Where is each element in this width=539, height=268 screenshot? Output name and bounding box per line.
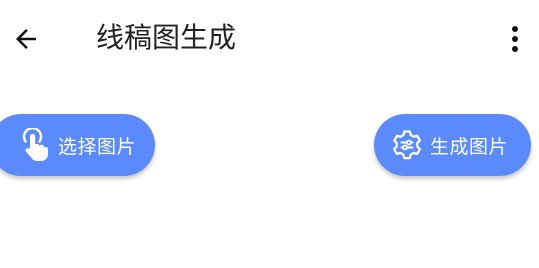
page-title: 线稿图生成 bbox=[96, 21, 237, 54]
toolbar: 线稿图生成 bbox=[0, 0, 539, 78]
overflow-menu-button[interactable] bbox=[501, 19, 529, 59]
arrow-left-icon bbox=[16, 29, 36, 49]
touch-hand-icon bbox=[18, 128, 52, 162]
select-image-label: 选择图片 bbox=[58, 135, 137, 158]
generate-image-button[interactable]: 生成图片 bbox=[374, 114, 531, 176]
generate-image-label: 生成图片 bbox=[430, 135, 509, 158]
more-vertical-icon bbox=[512, 26, 518, 52]
select-image-button[interactable]: 选择图片 bbox=[0, 114, 155, 176]
app-screen: 线稿图生成 选择图片 生成图片 bbox=[0, 0, 539, 268]
back-button[interactable] bbox=[6, 19, 46, 59]
settings-gear-icon bbox=[390, 128, 424, 162]
